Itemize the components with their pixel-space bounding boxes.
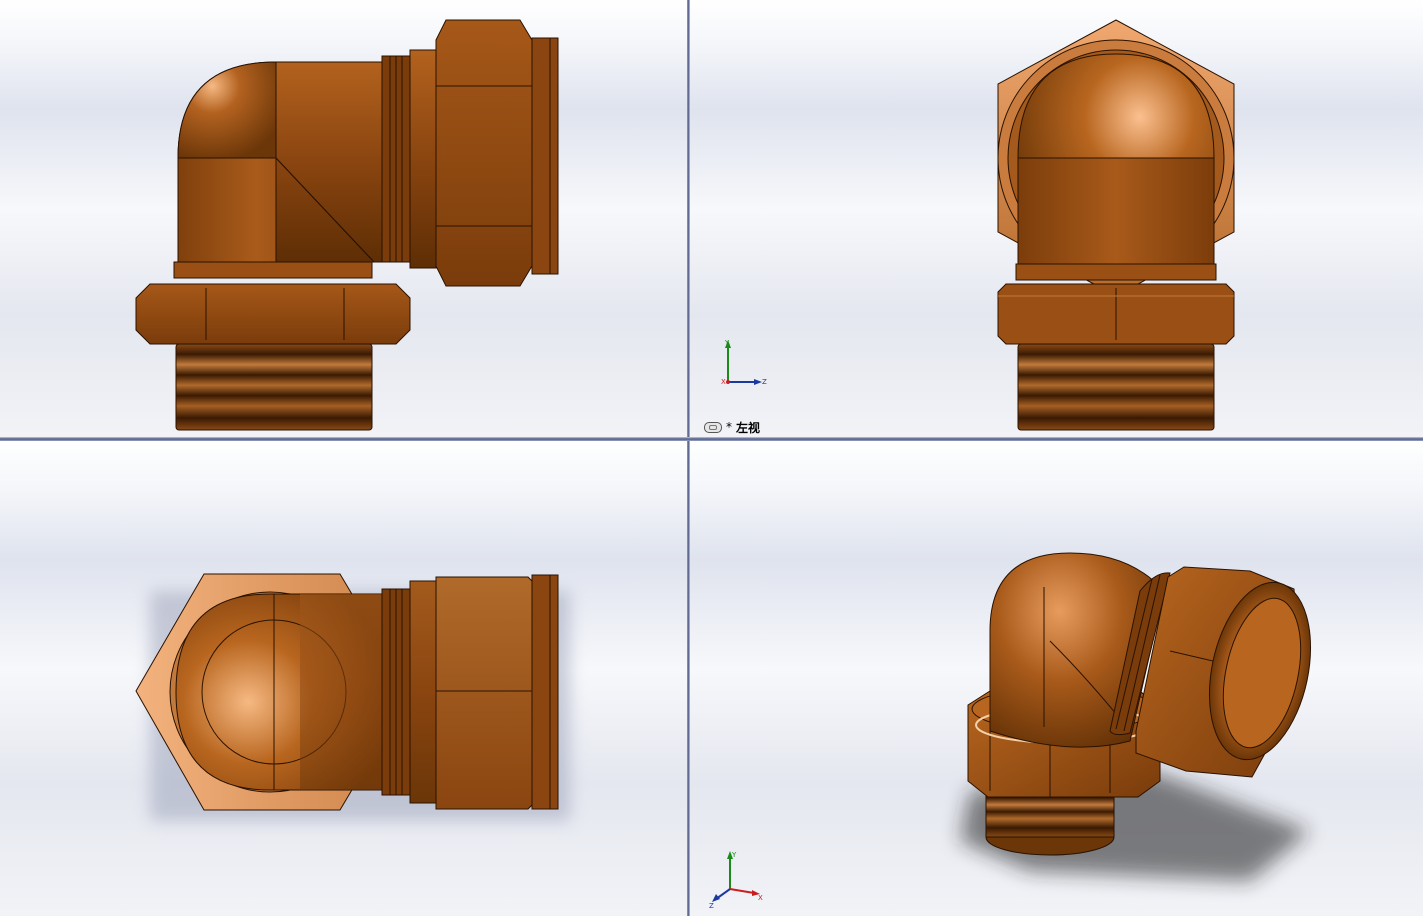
triad-y-label: Y [731, 851, 737, 859]
view-label-prefix: * [726, 420, 732, 434]
coordinate-triad-icon: Y X Z [709, 851, 763, 909]
triad-y-label: Y [724, 339, 730, 347]
viewport-left[interactable]: Y Z X * 左视 [690, 0, 1423, 437]
viewport-front[interactable] [0, 0, 687, 437]
view-label: * 左视 [704, 418, 760, 436]
triad-z-label: Z [709, 902, 714, 909]
elbow-fitting-isometric-view [960, 552, 1312, 881]
viewport-top[interactable] [0, 441, 687, 916]
triad-x-label: X [721, 378, 726, 386]
viewport-splitter-horizontal[interactable] [0, 437, 1423, 441]
coordinate-triad-icon: Y Z X [721, 339, 767, 386]
viewport-splitter-vertical[interactable] [687, 0, 690, 916]
viewport-isometric[interactable]: Y X Z [690, 441, 1423, 916]
triad-x-label: X [758, 894, 763, 902]
elbow-fitting-front-view [135, 19, 559, 431]
elbow-fitting-top-view [135, 573, 570, 821]
elbow-fitting-left-view [997, 19, 1235, 431]
triad-z-label: Z [762, 378, 767, 386]
view-name: 左视 [736, 420, 761, 435]
link-views-icon[interactable] [704, 421, 722, 433]
solidworks-graphics-area: Y Z X * 左视 Y X Z [0, 0, 1423, 916]
